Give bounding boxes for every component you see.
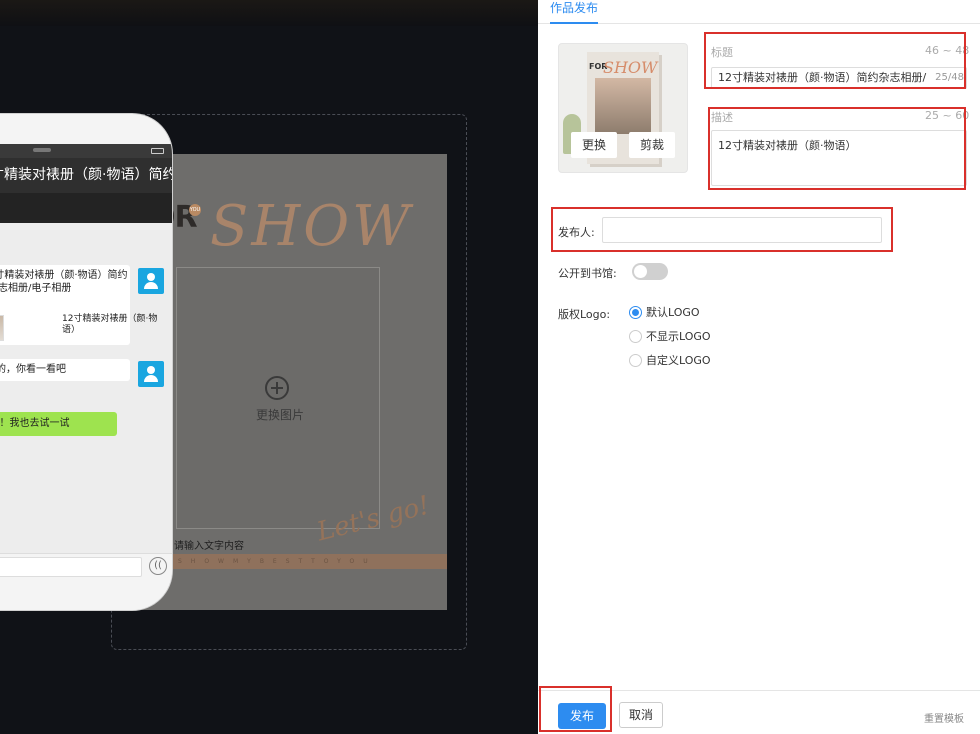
cover-book-photo bbox=[595, 78, 651, 134]
plus-circle-icon[interactable] bbox=[265, 376, 289, 400]
replace-cover-button[interactable]: 更换 bbox=[571, 132, 617, 158]
radio-checked-icon[interactable] bbox=[629, 306, 642, 319]
panel-tabs: 作品发布 bbox=[538, 0, 980, 24]
chat-subbar bbox=[0, 193, 172, 223]
reset-template-link[interactable]: 重置模板 bbox=[924, 710, 964, 725]
phone-preview: 寸精装对裱册（颜·物语）简约... 2寸精装对裱册（颜·物语）简约杂志相册/电子… bbox=[0, 114, 172, 610]
logo-option-label: 自定义LOGO bbox=[646, 354, 711, 367]
public-library-label: 公开到书馆: bbox=[558, 267, 617, 280]
public-library-toggle[interactable] bbox=[632, 263, 668, 280]
poster-text-hint[interactable]: 请输入文字内容 bbox=[174, 537, 244, 552]
poster-you-badge: YOU bbox=[189, 204, 201, 216]
chat-title: 寸精装对裱册（颜·物语）简约... bbox=[0, 158, 172, 193]
poster-show-word: SHOW bbox=[210, 194, 413, 259]
avatar bbox=[138, 361, 164, 387]
cancel-button[interactable]: 取消 bbox=[619, 702, 663, 728]
share-card: 2寸精装对裱册（颜·物语）简约杂志相册/电子相册 12寸精装对裱册（颜·物语） bbox=[0, 265, 157, 345]
crop-cover-button[interactable]: 剪裁 bbox=[629, 132, 675, 158]
chat-input bbox=[0, 557, 142, 577]
editor-workspace: OR YOU 自己 SHOW 更换图片 Let's go! 请输入文字内容 SH… bbox=[0, 0, 538, 734]
title-highlight-box bbox=[704, 32, 966, 89]
radio-icon[interactable] bbox=[629, 330, 642, 343]
phone-status-bar bbox=[0, 144, 172, 158]
tab-publish[interactable]: 作品发布 bbox=[550, 0, 599, 24]
speaker-icon bbox=[33, 148, 51, 152]
share-card-title: 2寸精装对裱册（颜·物语）简约杂志相册/电子相册 bbox=[0, 270, 128, 294]
chat-input-bar: (( bbox=[0, 553, 172, 610]
description-highlight-box bbox=[708, 107, 966, 190]
radio-icon[interactable] bbox=[629, 354, 642, 367]
share-card-thumbnail bbox=[0, 315, 4, 341]
cover-thumbnail: FOR SHOW 更换 剪裁 bbox=[558, 43, 688, 173]
chat-body: 2寸精装对裱册（颜·物语）简约杂志相册/电子相册 12寸精装对裱册（颜·物语） … bbox=[0, 223, 172, 553]
chat-message-green: f！我也去试一试 bbox=[0, 412, 117, 436]
share-card-desc: 12寸精装对裱册（颜·物语） bbox=[62, 314, 158, 335]
publisher-highlight-box bbox=[551, 207, 893, 252]
cover-book-word: SHOW bbox=[603, 58, 658, 77]
logo-option-label: 默认LOGO bbox=[646, 306, 700, 319]
avatar bbox=[138, 268, 164, 294]
publish-panel: 作品发布 FOR SHOW 更换 剪裁 标题 46 ~ 48 12寸精装对裱册（… bbox=[538, 0, 980, 734]
logo-option-label: 不显示LOGO bbox=[646, 330, 711, 343]
publish-highlight-box bbox=[539, 686, 612, 732]
battery-icon bbox=[151, 148, 164, 154]
top-bar bbox=[0, 0, 538, 26]
voice-icon: (( bbox=[149, 557, 167, 575]
chat-message: 的，你看一看吧 bbox=[0, 359, 130, 381]
replace-image-label[interactable]: 更换图片 bbox=[240, 406, 320, 423]
copyright-logo-label: 版权Logo: bbox=[558, 308, 611, 321]
